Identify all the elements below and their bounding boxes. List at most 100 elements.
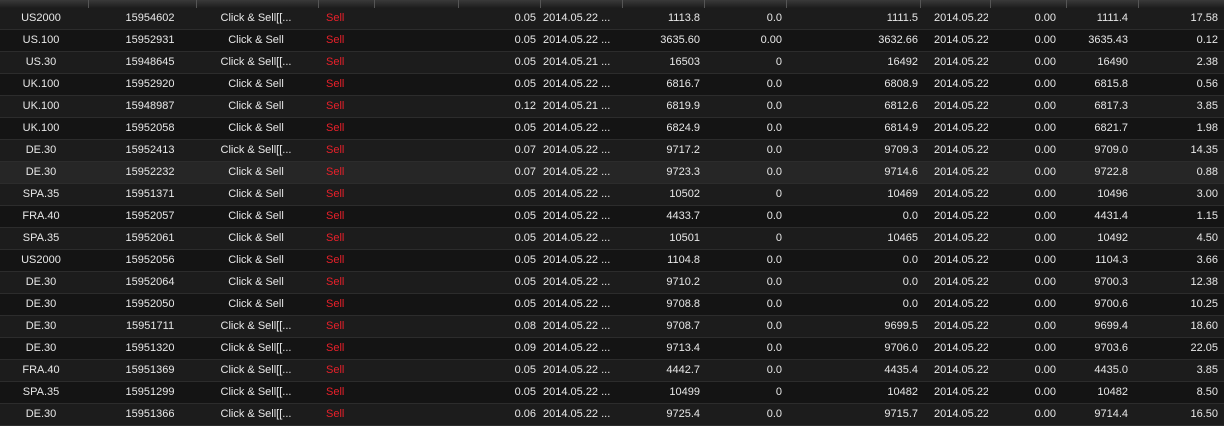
spacer-cell bbox=[374, 271, 458, 294]
column-separator[interactable] bbox=[1138, 0, 1139, 8]
table-row[interactable]: SPA.35 15952061 Click & Sell Sell 0.05 2014.0… bbox=[0, 227, 1224, 250]
column-separator[interactable] bbox=[318, 0, 319, 8]
profit-cell: 0.56 bbox=[1132, 73, 1224, 96]
open-price-cell: 4433.7 bbox=[622, 205, 704, 228]
open-price-cell: 9725.4 bbox=[622, 403, 704, 426]
take-profit-cell: 6814.9 bbox=[786, 117, 922, 140]
table-row[interactable]: DE.30 15951320 Click & Sell[[... Sell 0.09 20… bbox=[0, 337, 1224, 360]
volume-cell: 0.05 bbox=[458, 183, 540, 206]
open-price-cell: 6816.7 bbox=[622, 73, 704, 96]
commission-cell: 0.00 bbox=[988, 227, 1060, 250]
commission-cell: 0.00 bbox=[988, 205, 1060, 228]
symbol-cell: SPA.35 bbox=[0, 227, 82, 250]
order-id-cell: 15952056 bbox=[82, 249, 194, 272]
column-separator[interactable] bbox=[990, 0, 991, 8]
profit-cell: 12.38 bbox=[1132, 271, 1224, 294]
symbol-cell: US.100 bbox=[0, 29, 82, 52]
profit-cell: 3.00 bbox=[1132, 183, 1224, 206]
column-separator[interactable] bbox=[196, 0, 197, 8]
open-price-cell: 6824.9 bbox=[622, 117, 704, 140]
column-separator[interactable] bbox=[704, 0, 705, 8]
table-row[interactable]: DE.30 15952050 Click & Sell Sell 0.05 2014.05… bbox=[0, 293, 1224, 316]
close-time-cell: 2014.05.22 12:05:41 bbox=[922, 227, 988, 250]
table-row[interactable]: UK.100 15952920 Click & Sell Sell 0.05 2014.0… bbox=[0, 73, 1224, 96]
stop-loss-cell: 0.0 bbox=[704, 73, 786, 96]
spacer-cell bbox=[374, 95, 458, 118]
commission-cell: 0.00 bbox=[988, 8, 1060, 30]
open-time-cell: 2014.05.22 ... bbox=[540, 249, 622, 272]
table-row[interactable]: DE.30 15951711 Click & Sell[[... Sell 0.08 20… bbox=[0, 315, 1224, 338]
open-time-cell: 2014.05.22 ... bbox=[540, 29, 622, 52]
volume-cell: 0.05 bbox=[458, 271, 540, 294]
side-cell: Sell bbox=[318, 95, 374, 118]
volume-cell: 0.05 bbox=[458, 227, 540, 250]
column-separator[interactable] bbox=[786, 0, 787, 8]
table-row[interactable]: SPA.35 15951371 Click & Sell Sell 0.05 2014.0… bbox=[0, 183, 1224, 206]
order-type-cell: Click & Sell[[... bbox=[194, 8, 318, 30]
take-profit-cell: 9709.3 bbox=[786, 139, 922, 162]
close-time-cell: 2014.05.22 12:13:34 bbox=[922, 183, 988, 206]
side-cell: Sell bbox=[318, 29, 374, 52]
open-time-cell: 2014.05.22 ... bbox=[540, 381, 622, 404]
close-price-cell: 16490 bbox=[1060, 51, 1132, 74]
table-row[interactable]: US2000 15952056 Click & Sell Sell 0.05 2014.0… bbox=[0, 249, 1224, 272]
side-cell: Sell bbox=[318, 227, 374, 250]
column-separator[interactable] bbox=[622, 0, 623, 8]
side-cell: Sell bbox=[318, 381, 374, 404]
spacer-cell bbox=[374, 139, 458, 162]
order-id-cell: 15952931 bbox=[82, 29, 194, 52]
symbol-cell: DE.30 bbox=[0, 161, 82, 184]
table-row[interactable]: DE.30 15952232 Click & Sell Sell 0.07 2014.05… bbox=[0, 161, 1224, 184]
table-row[interactable]: UK.100 15952058 Click & Sell Sell 0.05 2014.0… bbox=[0, 117, 1224, 140]
order-type-cell: Click & Sell bbox=[194, 227, 318, 250]
close-time-cell: 2014.05.22 12:38:20 bbox=[922, 139, 988, 162]
column-separator[interactable] bbox=[540, 0, 541, 8]
symbol-cell: SPA.35 bbox=[0, 381, 82, 404]
open-time-cell: 2014.05.22 ... bbox=[540, 8, 622, 30]
order-type-cell: Click & Sell bbox=[194, 249, 318, 272]
column-separator[interactable] bbox=[88, 0, 89, 8]
table-row[interactable]: US.30 15948645 Click & Sell[[... Sell 0.05 20… bbox=[0, 51, 1224, 74]
symbol-cell: DE.30 bbox=[0, 337, 82, 360]
profit-cell: 8.50 bbox=[1132, 381, 1224, 404]
profit-cell: 3.85 bbox=[1132, 359, 1224, 382]
column-separator[interactable] bbox=[1066, 0, 1067, 8]
profit-cell: 1.98 bbox=[1132, 117, 1224, 140]
stop-loss-cell: 0.0 bbox=[704, 315, 786, 338]
table-row[interactable]: US.100 15952931 Click & Sell Sell 0.05 2014.0… bbox=[0, 29, 1224, 52]
volume-cell: 0.07 bbox=[458, 161, 540, 184]
order-type-cell: Click & Sell[[... bbox=[194, 403, 318, 426]
column-separator[interactable] bbox=[920, 0, 921, 8]
open-time-cell: 2014.05.21 ... bbox=[540, 95, 622, 118]
table-row[interactable]: DE.30 15952413 Click & Sell[[... Sell 0.07 20… bbox=[0, 139, 1224, 162]
symbol-cell: DE.30 bbox=[0, 271, 82, 294]
table-row[interactable]: FRA.40 15951369 Click & Sell[[... Sell 0.05 2… bbox=[0, 359, 1224, 382]
table-row[interactable]: US2000 15954602 Click & Sell[[... Sell 0.05 2… bbox=[0, 8, 1224, 30]
order-type-cell: Click & Sell bbox=[194, 293, 318, 316]
table-row[interactable]: FRA.40 15952057 Click & Sell Sell 0.05 2014.0… bbox=[0, 205, 1224, 228]
take-profit-cell: 10482 bbox=[786, 381, 922, 404]
table-row[interactable]: DE.30 15951366 Click & Sell[[... Sell 0.06 20… bbox=[0, 403, 1224, 426]
spacer-cell bbox=[374, 117, 458, 140]
table-row[interactable]: UK.100 15948987 Click & Sell Sell 0.12 2014.0… bbox=[0, 95, 1224, 118]
open-price-cell: 10502 bbox=[622, 183, 704, 206]
order-id-cell: 15952061 bbox=[82, 227, 194, 250]
profit-cell: 1.15 bbox=[1132, 205, 1224, 228]
open-price-cell: 3635.60 bbox=[622, 29, 704, 52]
take-profit-cell: 4435.4 bbox=[786, 359, 922, 382]
table-row[interactable]: DE.30 15952064 Click & Sell Sell 0.05 2014.05… bbox=[0, 271, 1224, 294]
take-profit-cell: 0.0 bbox=[786, 249, 922, 272]
spacer-cell bbox=[374, 161, 458, 184]
column-separator[interactable] bbox=[458, 0, 459, 8]
table-row[interactable]: SPA.35 15951299 Click & Sell[[... Sell 0.05 2… bbox=[0, 381, 1224, 404]
spacer-cell bbox=[374, 73, 458, 96]
spacer-cell bbox=[374, 359, 458, 382]
close-time-cell: 2014.05.22 12:16:14 bbox=[922, 161, 988, 184]
close-time-cell: 2014.05.22 11:00:46 bbox=[922, 359, 988, 382]
open-time-cell: 2014.05.22 ... bbox=[540, 183, 622, 206]
side-cell: Sell bbox=[318, 161, 374, 184]
column-separator[interactable] bbox=[374, 0, 375, 8]
commission-cell: 0.00 bbox=[988, 381, 1060, 404]
order-type-cell: Click & Sell[[... bbox=[194, 359, 318, 382]
symbol-cell: US2000 bbox=[0, 8, 82, 30]
